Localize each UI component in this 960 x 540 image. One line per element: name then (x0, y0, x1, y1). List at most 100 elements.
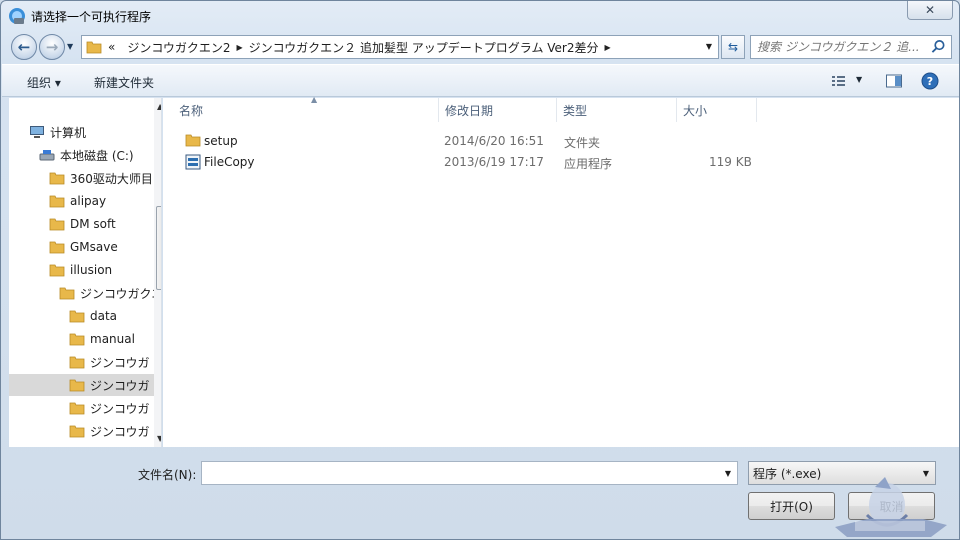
file-name: setup (204, 134, 238, 148)
tree-item-folder[interactable]: ジンコウガ (69, 351, 150, 373)
file-row[interactable]: setup 2014/6/20 16:51 文件夹 (181, 131, 921, 151)
open-button-label: 打开(O) (770, 499, 813, 514)
chevron-right-icon[interactable]: ▶ (605, 43, 611, 52)
recent-pages-dropdown[interactable]: ▼ (67, 42, 73, 51)
breadcrumb-segment[interactable]: ジンコウガクエン２ 追加髪型 アップデートプログラム Ver2差分 (249, 39, 599, 56)
file-row[interactable]: FileCopy 2013/6/19 17:17 应用程序 119 KB (181, 152, 921, 172)
tree-item-folder[interactable]: ジンコウガクエ (59, 282, 162, 304)
file-open-dialog: 请选择一个可执行程序 ✕ ← → ▼ « ジンコウガクエン2 ▶ ジンコウガクエ… (0, 0, 960, 540)
command-bar: 组织 ▾ 新建文件夹 ▼ ? (2, 64, 959, 97)
folder-icon (49, 195, 65, 208)
tree-item-label: ジンコウガクエ (80, 286, 162, 301)
folder-icon (49, 241, 65, 254)
refresh-icon: ⇆ (727, 40, 739, 54)
tree-item-label: 本地磁盘 (C:) (60, 148, 134, 163)
tree-item-label: 360驱动大师目 (70, 171, 153, 186)
search-box[interactable] (750, 35, 952, 59)
folder-icon (49, 172, 65, 185)
tree-item-drive[interactable]: 本地磁盘 (C:) (39, 144, 134, 166)
address-overflow[interactable]: « (108, 40, 115, 54)
folder-icon (59, 287, 75, 300)
view-options-icon[interactable] (830, 73, 848, 89)
column-header-size[interactable]: 大小 (677, 98, 757, 122)
tree-item-folder[interactable]: data (69, 305, 117, 327)
close-button[interactable]: ✕ (907, 1, 953, 20)
file-type: 应用程序 (564, 157, 613, 171)
organize-button[interactable]: 组织 ▾ (27, 74, 61, 91)
scroll-thumb[interactable] (156, 206, 161, 290)
tree-item-folder[interactable]: DM soft (49, 213, 116, 235)
column-header-type[interactable]: 类型 (557, 98, 677, 122)
tree-item-label: GMsave (70, 240, 118, 254)
help-icon[interactable]: ? (921, 72, 939, 90)
application-icon (185, 154, 201, 170)
forward-button[interactable]: → (39, 34, 65, 60)
back-button[interactable]: ← (11, 34, 37, 60)
tree-item-label: 计算机 (50, 125, 87, 140)
new-folder-button[interactable]: 新建文件夹 (94, 74, 154, 91)
folder-icon (69, 333, 85, 346)
title-bar: 请选择一个可执行程序 ✕ (1, 1, 959, 31)
tree-item-label: ジンコウガ (90, 378, 150, 393)
folder-icon (86, 41, 102, 54)
sort-ascending-icon: ▲ (311, 95, 318, 104)
view-dropdown-icon[interactable]: ▼ (856, 75, 862, 84)
filename-label: 文件名(N): (138, 468, 197, 482)
chevron-right-icon[interactable]: ▶ (237, 43, 243, 52)
file-date: 2013/6/19 17:17 (444, 155, 544, 169)
chevron-down-icon[interactable]: ▼ (706, 42, 712, 51)
tree-item-label: ジンコウガ (90, 401, 150, 416)
address-bar[interactable]: « ジンコウガクエン2 ▶ ジンコウガクエン２ 追加髪型 アップデートプログラム… (81, 35, 719, 59)
folder-icon (69, 425, 85, 438)
tree-item-folder-selected[interactable]: ジンコウガ (9, 374, 154, 396)
tree-item-label: ジンコウガ (90, 355, 150, 370)
folder-icon (69, 402, 85, 415)
column-label: 修改日期 (445, 103, 494, 118)
tree-item-folder[interactable]: ジンコウガ (69, 420, 150, 442)
window-title: 请选择一个可执行程序 (31, 10, 152, 24)
arrow-right-icon: → (45, 38, 59, 56)
file-size: 119 KB (709, 155, 752, 169)
tree-item-computer[interactable]: 计算机 (29, 121, 86, 143)
open-button[interactable]: 打开(O) (748, 492, 835, 520)
tree-item-label: manual (90, 332, 135, 346)
search-icon[interactable] (931, 39, 946, 54)
column-header-date[interactable]: 修改日期 (439, 98, 557, 122)
tree-item-label: illusion (70, 263, 113, 277)
scroll-up-icon[interactable]: ▲ (157, 102, 161, 111)
scroll-down-icon[interactable]: ▼ (157, 434, 161, 443)
file-type: 文件夹 (564, 136, 601, 150)
computer-icon (30, 126, 44, 138)
tree-item-folder[interactable]: GMsave (49, 236, 118, 258)
tree-item-folder[interactable]: illusion (49, 259, 112, 281)
app-icon (9, 8, 25, 24)
navigation-scrollbar[interactable]: ▲ ▼ (154, 98, 161, 447)
folder-icon (185, 134, 201, 147)
chevron-down-icon[interactable]: ▼ (725, 469, 731, 478)
filename-combobox[interactable]: ▼ (201, 461, 738, 485)
arrow-left-icon: ← (17, 38, 31, 56)
tree-item-folder[interactable]: manual (69, 328, 135, 350)
filename-input[interactable] (206, 462, 716, 484)
file-name: FileCopy (204, 155, 255, 169)
tree-item-label: DM soft (70, 217, 116, 231)
folder-icon (49, 218, 65, 231)
close-icon: ✕ (924, 3, 936, 17)
column-header-name[interactable]: 名称 ▲ (173, 95, 439, 122)
folder-icon (69, 310, 85, 323)
svg-text:?: ? (927, 75, 933, 88)
file-date: 2014/6/20 16:51 (444, 134, 544, 148)
folder-icon (69, 379, 85, 392)
breadcrumb-segment[interactable]: ジンコウガクエン2 (127, 39, 230, 56)
file-list: 名称 ▲ 修改日期 类型 大小 setup 2014/6/20 16:51 文件… (163, 95, 959, 447)
site-watermark-logo (835, 477, 947, 537)
column-label: 类型 (563, 103, 588, 118)
preview-pane-icon[interactable] (885, 73, 903, 89)
refresh-button[interactable]: ⇆ (721, 35, 745, 59)
search-input[interactable] (757, 36, 933, 58)
drive-icon (39, 150, 55, 161)
tree-item-folder[interactable]: 360驱动大师目 (49, 167, 153, 189)
filetype-value: 程序 (*.exe) (753, 466, 822, 481)
tree-item-folder[interactable]: ジンコウガ (69, 397, 150, 419)
tree-item-folder[interactable]: alipay (49, 190, 106, 212)
